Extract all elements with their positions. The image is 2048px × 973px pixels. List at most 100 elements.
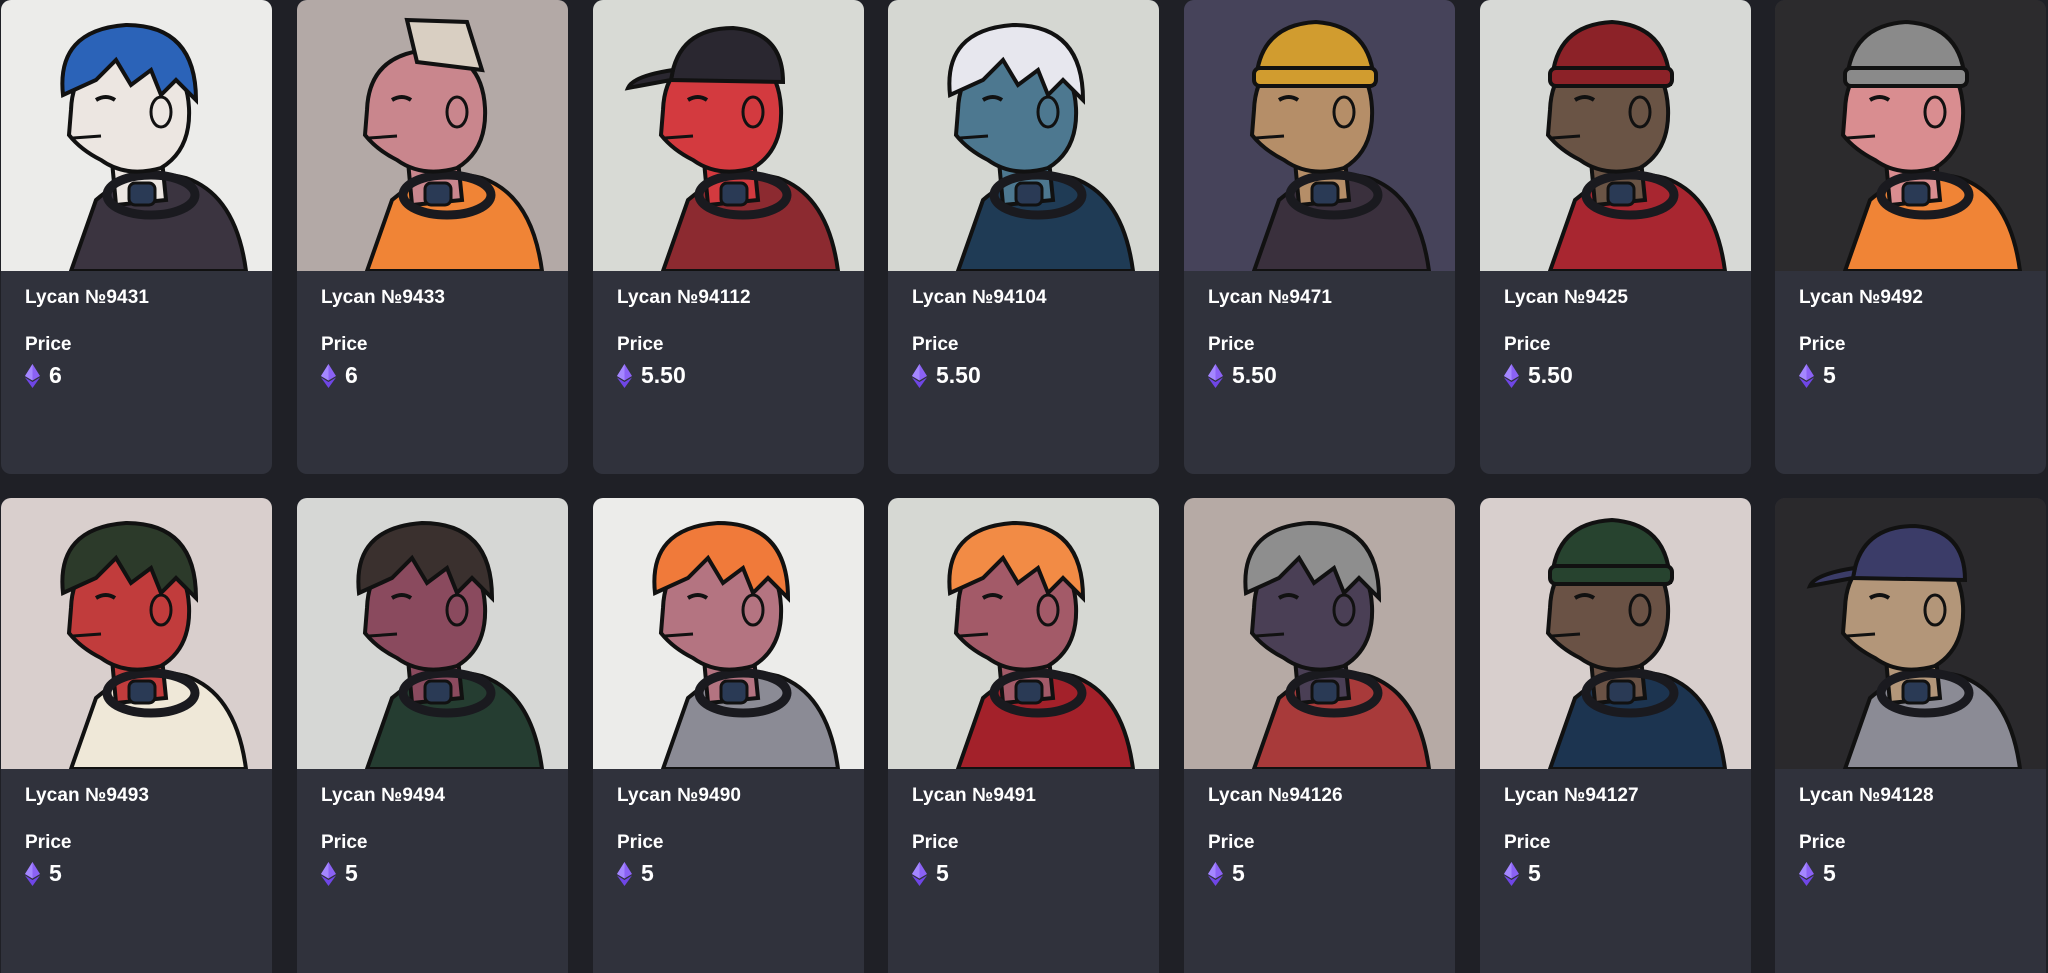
price-row: 5: [1799, 860, 1836, 887]
ethereum-icon: [912, 861, 927, 886]
price-value: 5: [1823, 362, 1836, 388]
price-label: Price: [1208, 334, 1255, 355]
price-label: Price: [1799, 334, 1846, 355]
price-label: Price: [912, 334, 959, 355]
ethereum-icon: [1504, 363, 1519, 388]
nft-card[interactable]: Lycan №9493 Price 5: [1, 498, 272, 973]
price-label: Price: [321, 334, 368, 355]
price-value: 5: [1823, 860, 1836, 886]
price-value: 5: [641, 860, 654, 886]
nft-title[interactable]: Lycan №9425: [1504, 287, 1628, 309]
nft-image[interactable]: [297, 0, 568, 271]
nft-image[interactable]: [1480, 498, 1751, 769]
ethereum-icon: [1504, 861, 1519, 886]
nft-image[interactable]: [1775, 498, 2046, 769]
price-value: 6: [345, 362, 358, 388]
ethereum-icon: [617, 861, 632, 886]
nft-card[interactable]: Lycan №9431 Price 6: [1, 0, 272, 474]
nft-image[interactable]: [297, 498, 568, 769]
price-row: 5: [912, 860, 949, 887]
price-label: Price: [1208, 832, 1255, 853]
price-value: 5: [1528, 860, 1541, 886]
nft-card[interactable]: Lycan №9471 Price 5.50: [1184, 0, 1455, 474]
nft-image[interactable]: [1184, 498, 1455, 769]
price-row: 6: [321, 362, 358, 389]
price-row: 5: [25, 860, 62, 887]
character-artwork: [1, 0, 272, 271]
ethereum-icon: [1208, 861, 1223, 886]
nft-title[interactable]: Lycan №94112: [617, 287, 751, 309]
character-artwork: [1, 498, 272, 769]
nft-card[interactable]: Lycan №94126 Price 5: [1184, 498, 1455, 973]
price-value: 5.50: [1232, 362, 1277, 388]
nft-title[interactable]: Lycan №94104: [912, 287, 1047, 309]
nft-title[interactable]: Lycan №9493: [25, 785, 149, 807]
price-row: 5: [1208, 860, 1245, 887]
ethereum-icon: [1208, 363, 1223, 388]
price-value: 5: [1232, 860, 1245, 886]
nft-image[interactable]: [1, 498, 272, 769]
price-row: 5: [1504, 860, 1541, 887]
price-value: 5: [936, 860, 949, 886]
nft-image[interactable]: [1184, 0, 1455, 271]
price-value: 5: [49, 860, 62, 886]
nft-card[interactable]: Lycan №9433 Price 6: [297, 0, 568, 474]
nft-title[interactable]: Lycan №94128: [1799, 785, 1934, 807]
character-artwork: [1184, 0, 1455, 271]
price-row: 6: [25, 362, 62, 389]
nft-card[interactable]: Lycan №9492 Price 5: [1775, 0, 2046, 474]
price-row: 5.50: [1504, 362, 1573, 389]
nft-title[interactable]: Lycan №94127: [1504, 785, 1639, 807]
nft-card[interactable]: Lycan №94127 Price 5: [1480, 498, 1751, 973]
nft-title[interactable]: Lycan №9433: [321, 287, 445, 309]
ethereum-icon: [25, 363, 40, 388]
price-label: Price: [25, 832, 72, 853]
price-value: 5.50: [936, 362, 981, 388]
nft-image[interactable]: [1775, 0, 2046, 271]
nft-title[interactable]: Lycan №9494: [321, 785, 445, 807]
nft-image[interactable]: [888, 498, 1159, 769]
price-row: 5.50: [617, 362, 686, 389]
character-artwork: [593, 0, 864, 271]
price-value: 6: [49, 362, 62, 388]
price-row: 5.50: [912, 362, 981, 389]
nft-title[interactable]: Lycan №9490: [617, 785, 741, 807]
character-artwork: [297, 0, 568, 271]
nft-image[interactable]: [888, 0, 1159, 271]
nft-image[interactable]: [593, 0, 864, 271]
character-artwork: [888, 498, 1159, 769]
character-artwork: [1775, 0, 2046, 271]
nft-title[interactable]: Lycan №94126: [1208, 785, 1343, 807]
ethereum-icon: [321, 363, 336, 388]
price-label: Price: [1799, 832, 1846, 853]
nft-title[interactable]: Lycan №9491: [912, 785, 1036, 807]
ethereum-icon: [1799, 861, 1814, 886]
nft-card[interactable]: Lycan №94128 Price 5: [1775, 498, 2046, 973]
nft-title[interactable]: Lycan №9471: [1208, 287, 1332, 309]
price-value: 5.50: [641, 362, 686, 388]
ethereum-icon: [321, 861, 336, 886]
nft-grid: Lycan №9431 Price 6 Lycan №9433 Price 6 Lycan …: [0, 0, 2048, 973]
nft-card[interactable]: Lycan №94112 Price 5.50: [593, 0, 864, 474]
character-artwork: [1480, 498, 1751, 769]
nft-image[interactable]: [593, 498, 864, 769]
nft-image[interactable]: [1, 0, 272, 271]
price-label: Price: [617, 334, 664, 355]
nft-card[interactable]: Lycan №9491 Price 5: [888, 498, 1159, 973]
price-row: 5: [1799, 362, 1836, 389]
character-artwork: [1184, 498, 1455, 769]
character-artwork: [888, 0, 1159, 271]
nft-card[interactable]: Lycan №9490 Price 5: [593, 498, 864, 973]
nft-image[interactable]: [1480, 0, 1751, 271]
nft-title[interactable]: Lycan №9492: [1799, 287, 1923, 309]
character-artwork: [297, 498, 568, 769]
ethereum-icon: [25, 861, 40, 886]
price-row: 5.50: [1208, 362, 1277, 389]
price-value: 5: [345, 860, 358, 886]
price-row: 5: [617, 860, 654, 887]
nft-card[interactable]: Lycan №9425 Price 5.50: [1480, 0, 1751, 474]
character-artwork: [593, 498, 864, 769]
nft-card[interactable]: Lycan №9494 Price 5: [297, 498, 568, 973]
nft-title[interactable]: Lycan №9431: [25, 287, 149, 309]
nft-card[interactable]: Lycan №94104 Price 5.50: [888, 0, 1159, 474]
